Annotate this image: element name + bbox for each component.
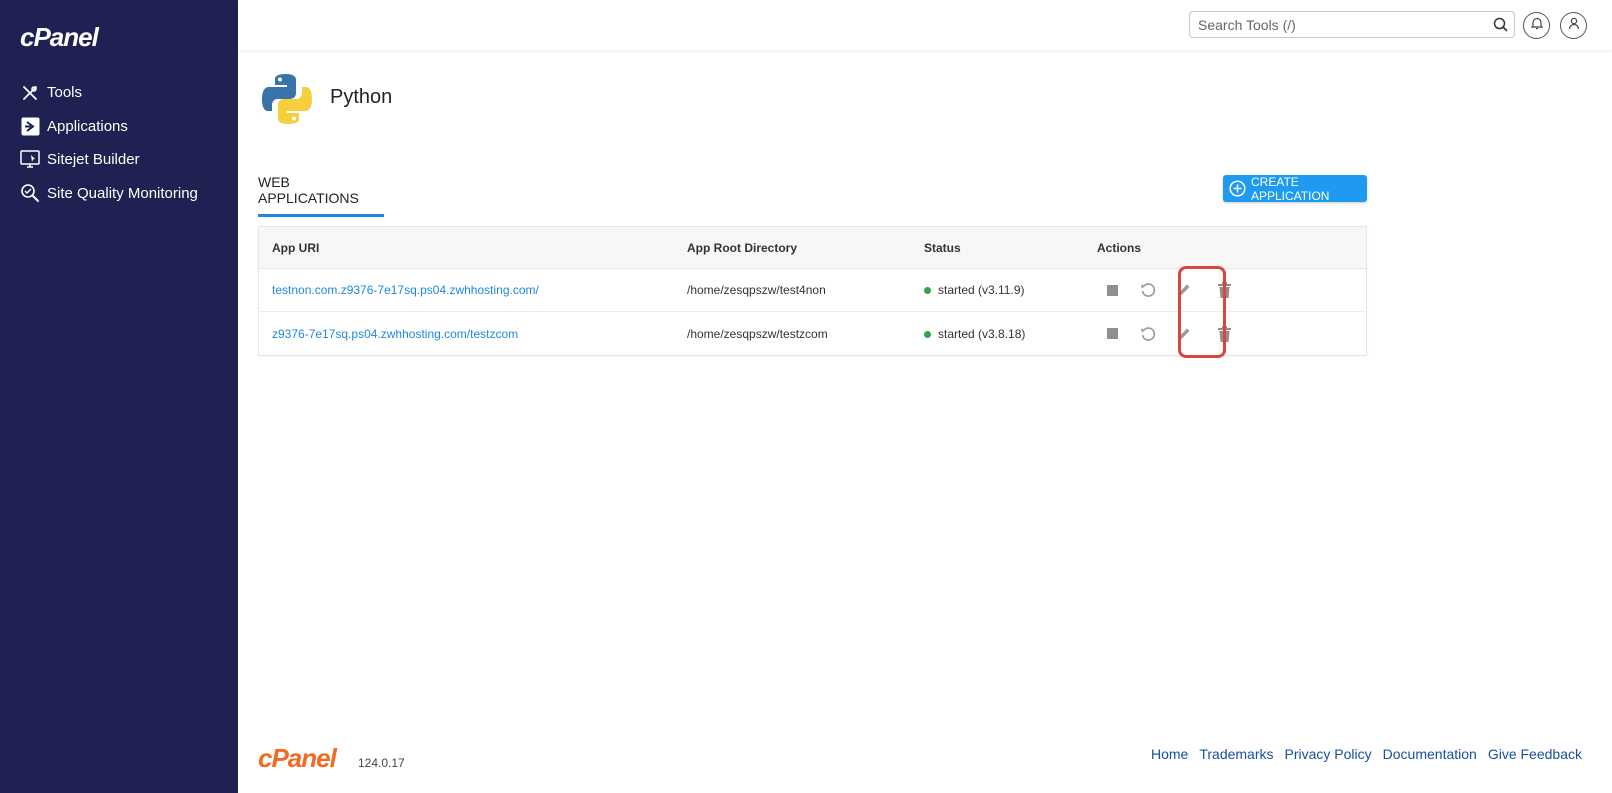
sidebar-item-sitejet-builder[interactable]: Sitejet Builder xyxy=(0,143,238,177)
create-application-label: CREATE APPLICATION xyxy=(1251,174,1330,203)
trash-icon[interactable] xyxy=(1215,325,1233,343)
edit-pencil-icon[interactable] xyxy=(1175,325,1193,343)
status-cell: started (v3.8.18) xyxy=(924,327,1097,341)
search-box xyxy=(1189,11,1515,38)
footer-link-home[interactable]: Home xyxy=(1151,746,1188,762)
cpanel-logo[interactable]: cPanel xyxy=(20,22,99,53)
app-uri-link[interactable]: testnon.com.z9376-7e17sq.ps04.zwhhosting… xyxy=(272,283,539,297)
actions-cell xyxy=(1097,325,1357,343)
table-row: z9376-7e17sq.ps04.zwhhosting.com/testzco… xyxy=(259,312,1366,355)
sidebar-item-label: Tools xyxy=(47,84,83,102)
edit-pencil-icon[interactable] xyxy=(1175,281,1193,299)
page-title: Python xyxy=(330,86,393,108)
python-logo-icon xyxy=(260,72,314,126)
tab-web-applications[interactable]: WEB APPLICATIONS xyxy=(258,174,384,217)
sitejet-icon xyxy=(20,150,40,170)
actions-cell xyxy=(1097,281,1357,299)
footer-link-trademarks[interactable]: Trademarks xyxy=(1199,746,1273,762)
status-text: started (v3.11.9) xyxy=(938,283,1025,297)
restart-icon[interactable] xyxy=(1139,281,1157,299)
footer-version: 124.0.17 xyxy=(358,756,405,770)
sidebar: cPanel Tools Applications Sitejet Builde… xyxy=(0,0,238,793)
stop-icon[interactable] xyxy=(1103,325,1121,343)
site-quality-icon xyxy=(20,183,40,203)
user-icon xyxy=(1568,17,1580,35)
search-input[interactable] xyxy=(1190,12,1480,37)
sidebar-item-label: Applications xyxy=(47,117,128,135)
search-icon[interactable] xyxy=(1493,17,1508,37)
sidebar-item-label: Site Quality Monitoring xyxy=(47,184,198,202)
app-uri-link[interactable]: z9376-7e17sq.ps04.zwhhosting.com/testzco… xyxy=(272,327,518,341)
sidebar-item-applications[interactable]: Applications xyxy=(0,110,238,144)
column-header-app-uri: App URI xyxy=(272,240,320,255)
tools-icon xyxy=(20,83,40,103)
top-header xyxy=(238,0,1612,50)
status-dot-icon xyxy=(924,287,931,295)
app-root-directory: /home/zesqpszw/test4non xyxy=(687,283,826,297)
footer-link-give-feedback[interactable]: Give Feedback xyxy=(1488,746,1582,762)
applications-table: App URI App Root Directory Status Action… xyxy=(258,226,1367,356)
footer-links: Home Trademarks Privacy Policy Documenta… xyxy=(1151,746,1582,762)
table-header-row: App URI App Root Directory Status Action… xyxy=(259,227,1366,269)
bell-icon xyxy=(1530,17,1543,35)
sidebar-item-site-quality-monitoring[interactable]: Site Quality Monitoring xyxy=(0,177,238,211)
sidebar-item-tools[interactable]: Tools xyxy=(0,76,238,110)
footer-cpanel-logo[interactable]: cPanel xyxy=(258,743,337,774)
status-cell: started (v3.11.9) xyxy=(924,283,1097,297)
applications-icon xyxy=(20,116,40,136)
notifications-button[interactable] xyxy=(1523,12,1550,39)
create-application-button[interactable]: CREATE APPLICATION xyxy=(1223,174,1367,203)
app-root-directory: /home/zesqpszw/testzcom xyxy=(687,326,828,341)
stop-icon[interactable] xyxy=(1103,281,1121,299)
user-account-button[interactable] xyxy=(1560,12,1587,39)
column-header-status: Status xyxy=(924,240,961,255)
status-dot-icon xyxy=(924,330,931,338)
sidebar-item-label: Sitejet Builder xyxy=(47,151,140,169)
status-text: started (v3.8.18) xyxy=(938,326,1026,341)
restart-icon[interactable] xyxy=(1139,325,1157,343)
trash-icon[interactable] xyxy=(1215,281,1233,299)
footer-link-privacy-policy[interactable]: Privacy Policy xyxy=(1285,746,1372,762)
column-header-app-root: App Root Directory xyxy=(687,240,798,255)
sidebar-nav: Tools Applications Sitejet Builder Site … xyxy=(0,76,238,210)
table-row: testnon.com.z9376-7e17sq.ps04.zwhhosting… xyxy=(259,269,1366,312)
column-header-actions: Actions xyxy=(1097,240,1142,255)
footer-link-documentation[interactable]: Documentation xyxy=(1383,746,1477,762)
add-circle-icon xyxy=(1229,180,1246,197)
